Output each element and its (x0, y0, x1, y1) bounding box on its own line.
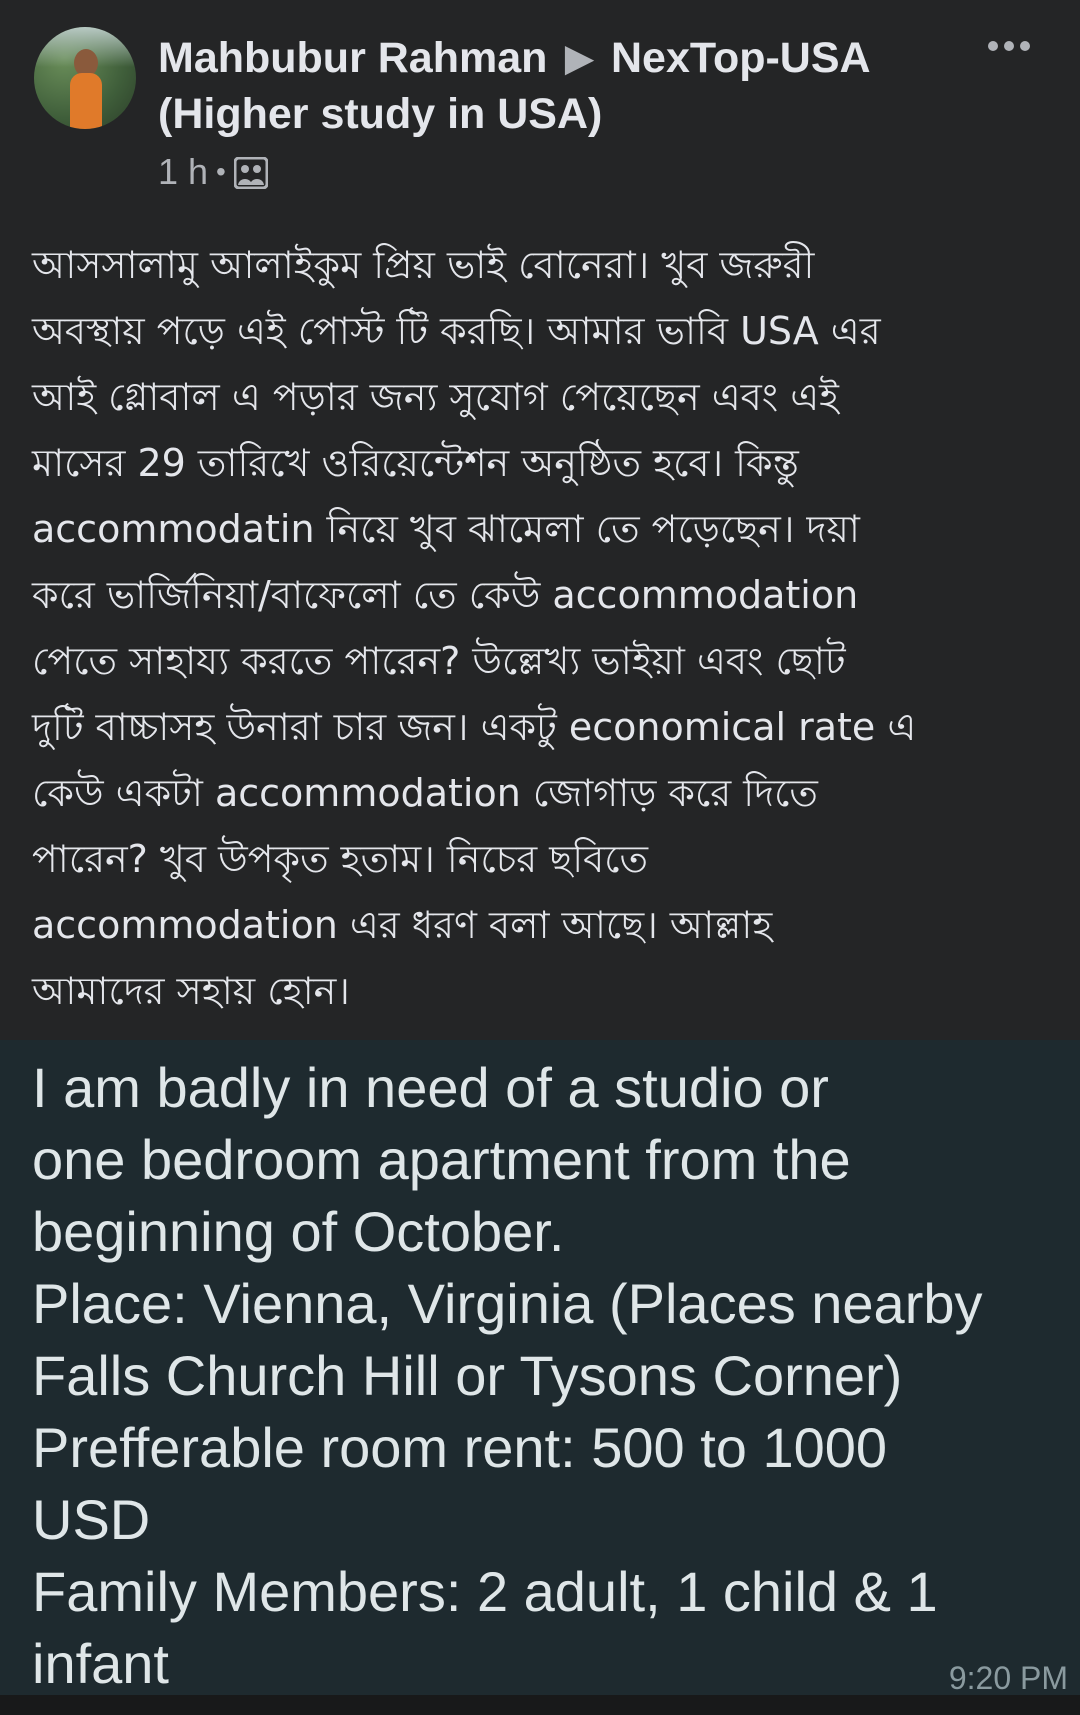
post-meta: 1 h • (158, 150, 269, 194)
attached-message-line: infant (32, 1632, 169, 1695)
post-header: Mahbubur Rahman ▶ NexTop-USA (Higher stu… (158, 30, 958, 142)
avatar-body (70, 73, 102, 129)
attached-message-line: Place: Vienna, Virginia (Places nearby (32, 1272, 983, 1335)
author-name[interactable]: Mahbubur Rahman (158, 34, 547, 82)
attached-message-line: Falls Church Hill or Tysons Corner) (32, 1344, 903, 1407)
group-name[interactable]: NexTop-USA (611, 34, 871, 82)
attached-message-line: USD (32, 1488, 151, 1551)
post-body-line: আমাদের সহায় হোন। (32, 969, 350, 1013)
attached-message-line: Family Members: 2 adult, 1 child & 1 (32, 1560, 938, 1623)
message-timestamp: 9:20 PM (948, 1660, 1068, 1695)
post-body-line: দুটি বাচ্চাসহ উনারা চার জন। একটু economi… (32, 705, 917, 749)
post-body-line: আই গ্লোবাল এ পড়ার জন্য সুযোগ পেয়েছেন এ… (32, 375, 839, 419)
post-body-line: কেউ একটা accommodation জোগাড় করে দিতে (32, 771, 818, 815)
post-body-line: আসসালামু আলাইকুম প্রিয় ভাই বোনেরা। খুব … (32, 243, 815, 287)
post-body-line: করে ভার্জিনিয়া/বাফেলো তে কেউ accommodat… (32, 573, 859, 617)
post-time[interactable]: 1 h (158, 151, 208, 193)
author-avatar[interactable] (34, 27, 136, 129)
attached-message-line: one bedroom apartment from the (32, 1128, 851, 1191)
post-body-line: পেতে সাহায্য করতে পারেন? উল্লেখ্য ভাইয়া… (32, 639, 846, 683)
attached-message-line: I am badly in need of a studio or (32, 1056, 829, 1119)
share-arrow-icon: ▶ (565, 37, 594, 78)
attached-message-line: Prefferable room rent: 500 to 1000 (32, 1416, 888, 1479)
attached-screenshot[interactable]: I am badly in need of a studio or one be… (0, 1040, 1080, 1695)
group-name-suffix[interactable]: (Higher study in USA) (158, 90, 602, 138)
bottom-divider (0, 1695, 1080, 1715)
post-body: আসসালামু আলাইকুম প্রিয় ভাই বোনেরা। খুব … (32, 232, 1052, 1024)
meta-separator: • (216, 156, 226, 187)
post-card: Mahbubur Rahman ▶ NexTop-USA (Higher stu… (0, 0, 1080, 1040)
post-body-line: মাসের 29 তারিখে ওরিয়েন্টেশন অনুষ্ঠিত হব… (32, 441, 799, 485)
group-members-icon (233, 156, 269, 190)
attached-message-line: beginning of October. (32, 1200, 565, 1263)
post-body-line: পারেন? খুব উপকৃত হতাম। নিচের ছবিতে (32, 837, 649, 881)
post-body-line: accommodatin নিয়ে খুব ঝামেলা তে পড়েছেন… (32, 507, 860, 551)
post-body-line: অবস্থায় পড়ে এই পোস্ট টি করছি। আমার ভাব… (32, 309, 881, 353)
more-options-icon[interactable] (982, 28, 1036, 64)
post-body-line: accommodation এর ধরণ বলা আছে। আল্লাহ (32, 903, 773, 947)
attached-message: I am badly in need of a studio or one be… (32, 1052, 1072, 1695)
